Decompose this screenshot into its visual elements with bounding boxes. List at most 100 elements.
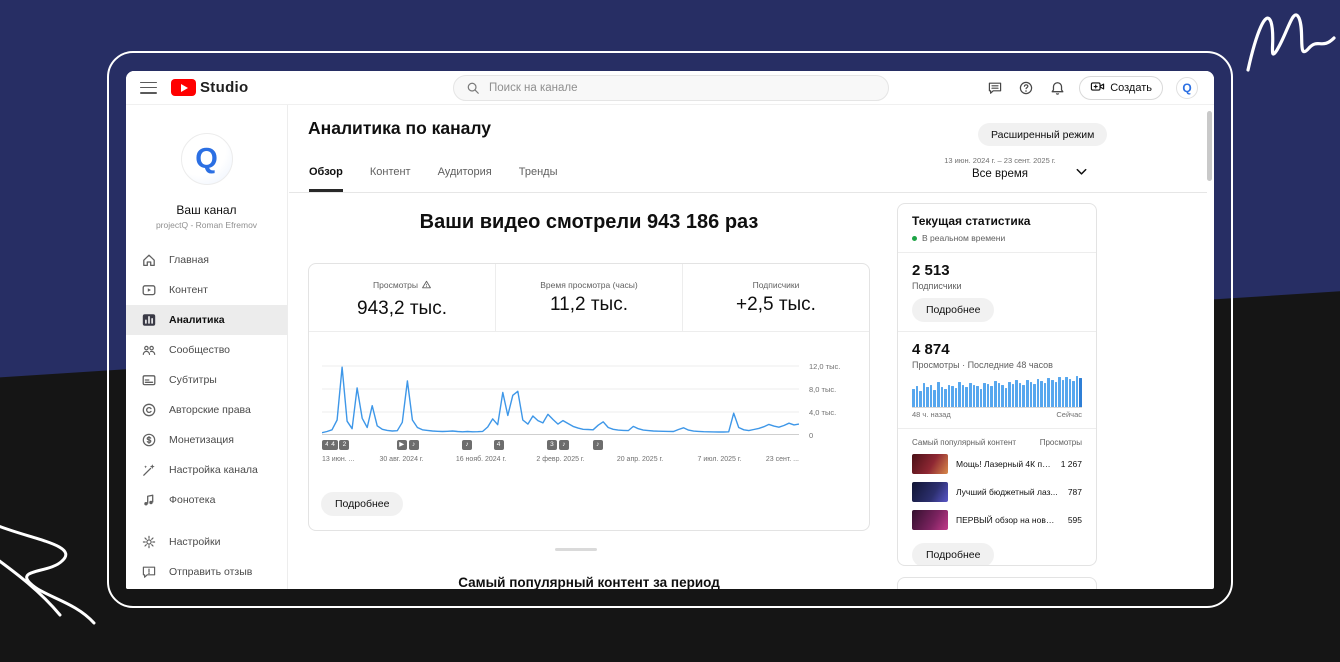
search-bar[interactable] xyxy=(453,75,889,101)
y-axis-tick: 0 xyxy=(809,431,813,440)
advanced-mode-button[interactable]: Расширенный режим xyxy=(978,123,1107,146)
sidebar-item-label: Главная xyxy=(169,254,209,266)
tab-trends[interactable]: Тренды xyxy=(519,165,558,192)
see-more-button[interactable]: Подробнее xyxy=(321,492,403,516)
sidebar-footer-nav: Настройки Отправить отзыв xyxy=(126,527,287,587)
top-content-label: Самый популярный контент xyxy=(912,438,1016,447)
video-views: 595 xyxy=(1068,515,1082,525)
video-marker-chip[interactable]: ♪ xyxy=(409,440,419,450)
realtime-bar xyxy=(1033,384,1036,407)
help-icon[interactable] xyxy=(1017,79,1035,97)
sidebar-item-content[interactable]: Контент xyxy=(126,275,287,305)
realtime-bar xyxy=(933,390,936,407)
scrollbar[interactable] xyxy=(1207,111,1212,181)
realtime-bar xyxy=(1055,382,1058,407)
tab-overview[interactable]: Обзор xyxy=(309,165,343,192)
next-card-edge xyxy=(897,577,1097,589)
sidebar-item-home[interactable]: Главная xyxy=(126,245,287,275)
sidebar-item-label: Аналитика xyxy=(169,314,225,326)
feedback-icon[interactable] xyxy=(986,79,1004,97)
video-marker-chip[interactable]: ▶ xyxy=(397,440,407,450)
top-content-row[interactable]: Лучший бюджетный лаз...787 xyxy=(912,480,1082,504)
metric-label: Подписчики xyxy=(753,280,800,290)
realtime-bar xyxy=(941,387,944,407)
sidebar-item-analytics[interactable]: Аналитика xyxy=(126,305,287,335)
top-content-row[interactable]: Мощь! Лазерный 4К пр...1 267 xyxy=(912,452,1082,476)
realtime-bar xyxy=(1037,379,1040,407)
create-button[interactable]: Создать xyxy=(1079,76,1163,100)
video-marker-chip[interactable]: ♪ xyxy=(462,440,472,450)
date-range-label: 13 июн. 2024 г. – 23 сент. 2025 г. xyxy=(920,156,1080,165)
warning-icon xyxy=(422,276,431,294)
y-axis-tick: 12,0 тыс. xyxy=(809,362,840,371)
sidebar-item-send-feedback[interactable]: Отправить отзыв xyxy=(126,557,287,587)
notifications-icon[interactable] xyxy=(1048,79,1066,97)
video-marker-chip[interactable]: 4 xyxy=(328,440,338,450)
video-marker-chip[interactable]: ♪ xyxy=(593,440,603,450)
youtube-studio-logo[interactable]: Studio xyxy=(171,79,248,96)
realtime-bar xyxy=(1019,383,1022,407)
sidebar-item-channel-customization[interactable]: Настройка канала xyxy=(126,455,287,485)
studio-logo-text: Studio xyxy=(200,79,248,96)
sidebar-item-audio-library[interactable]: Фонотека xyxy=(126,485,287,515)
views-line-chart[interactable] xyxy=(322,340,799,435)
search-icon xyxy=(464,79,482,97)
chevron-down-icon[interactable] xyxy=(1074,164,1089,184)
menu-icon[interactable] xyxy=(140,82,157,94)
sidebar-item-label: Контент xyxy=(169,284,208,296)
top-content-section-title: Самый популярный контент за период xyxy=(308,575,870,589)
sidebar-item-subtitles[interactable]: Субтитры xyxy=(126,365,287,395)
x-axis-tick: 23 сент. ... xyxy=(766,456,799,463)
search-input[interactable] xyxy=(489,82,878,94)
sidebar-item-monetization[interactable]: Монетизация xyxy=(126,425,287,455)
realtime-title: Текущая статистика xyxy=(912,214,1082,228)
metric-tab-0[interactable]: Просмотры943,2 тыс. xyxy=(309,264,495,331)
tab-audience[interactable]: Аудитория xyxy=(438,165,492,192)
realtime-bar xyxy=(926,387,929,407)
realtime-bar xyxy=(1044,383,1047,407)
sidebar-item-copyright[interactable]: Авторские права xyxy=(126,395,287,425)
subscribers-see-more-button[interactable]: Подробнее xyxy=(912,298,994,322)
realtime-bar xyxy=(990,386,993,407)
y-axis-tick: 4,0 тыс. xyxy=(809,408,836,417)
video-views: 1 267 xyxy=(1061,459,1082,469)
content-icon xyxy=(141,282,157,298)
realtime-bar xyxy=(1022,385,1025,407)
date-filter[interactable]: 13 июн. 2024 г. – 23 сент. 2025 г. Все в… xyxy=(920,156,1080,180)
analytics-icon xyxy=(141,312,157,328)
channel-avatar[interactable]: Q xyxy=(181,133,233,185)
sidebar-item-community[interactable]: Сообщество xyxy=(126,335,287,365)
sidebar-item-label: Субтитры xyxy=(169,374,217,386)
video-marker-chip[interactable]: ♪ xyxy=(559,440,569,450)
top-content-row[interactable]: ПЕРВЫЙ обзор на новый ...595 xyxy=(912,508,1082,532)
realtime-bar xyxy=(923,383,926,407)
realtime-see-more-button[interactable]: Подробнее xyxy=(912,543,994,566)
metric-tab-1[interactable]: Время просмотра (часы)11,2 тыс. xyxy=(495,264,682,331)
video-marker-chip[interactable]: 2 xyxy=(339,440,349,450)
tab-label: Тренды xyxy=(519,166,558,178)
realtime-bar xyxy=(987,384,990,407)
feedback-icon xyxy=(141,564,157,580)
sidebar-item-label: Настройка канала xyxy=(169,464,258,476)
metric-value: 943,2 тыс. xyxy=(357,298,447,320)
realtime-bar xyxy=(1047,378,1050,407)
video-marker-chip[interactable]: 3 xyxy=(547,440,557,450)
realtime-bar-chart[interactable] xyxy=(912,376,1082,408)
metric-tab-2[interactable]: Подписчики+2,5 тыс. xyxy=(682,264,869,331)
views-headline: Ваши видео смотрели 943 186 раз xyxy=(308,211,870,234)
tab-content[interactable]: Контент xyxy=(370,165,411,192)
realtime-bar xyxy=(930,385,933,407)
video-marker-chip[interactable]: 4 xyxy=(494,440,504,450)
community-icon xyxy=(141,342,157,358)
x-axis: 13 июн. ...30 авг. 2024 г.16 нояб. 2024 … xyxy=(322,456,799,466)
audio-icon xyxy=(141,492,157,508)
realtime-bar xyxy=(958,382,961,407)
x-axis-tick: 13 июн. ... xyxy=(322,456,354,463)
sidebar-item-label: Настройки xyxy=(169,536,221,548)
sidebar-item-settings[interactable]: Настройки xyxy=(126,527,287,557)
realtime-bar xyxy=(969,383,972,407)
x-axis-tick: 7 июл. 2025 г. xyxy=(698,456,742,463)
account-avatar[interactable]: Q xyxy=(1176,77,1198,99)
realtime-bar xyxy=(944,389,947,407)
live-dot-icon xyxy=(912,236,917,241)
